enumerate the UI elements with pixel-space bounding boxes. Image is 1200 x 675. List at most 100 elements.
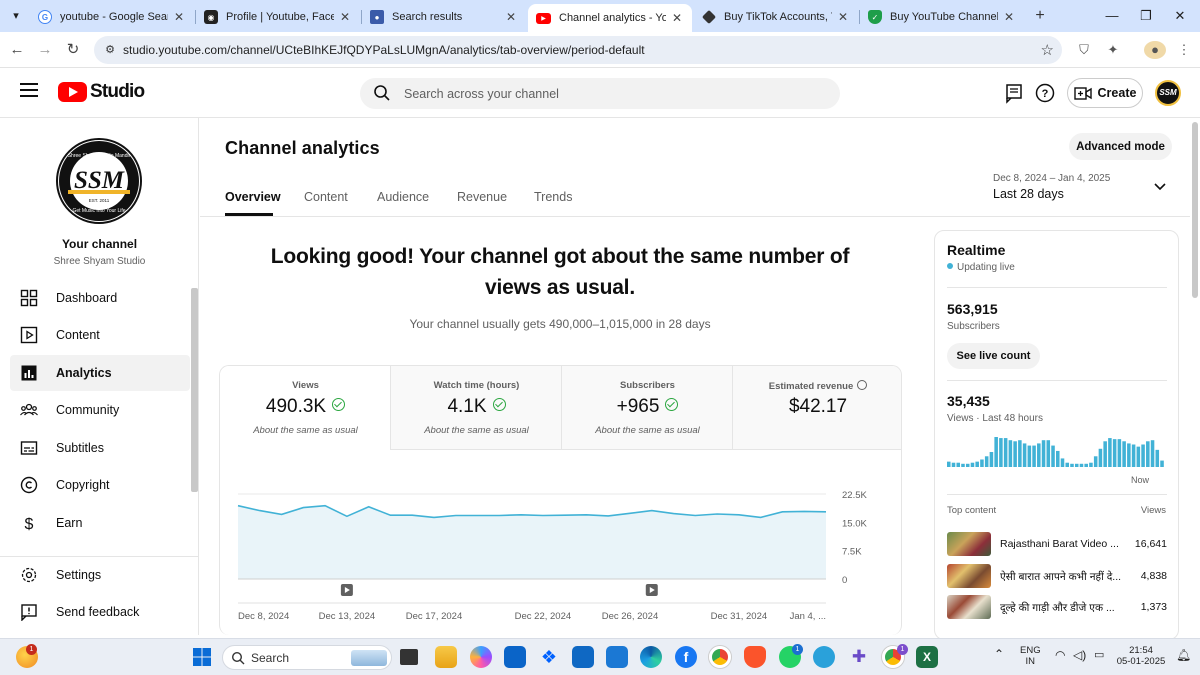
sidebar-item-subtitles[interactable]: Subtitles	[10, 430, 190, 466]
content-icon	[20, 326, 38, 344]
chevron-down-icon	[1154, 183, 1166, 191]
search-bar[interactable]	[360, 78, 840, 109]
browser-tab-channel-analytics[interactable]: ▶ Channel analytics - YouTube ✕	[528, 4, 692, 32]
tab-close-icon[interactable]: ✕	[836, 10, 850, 24]
back-arrow-icon[interactable]: ←	[7, 40, 27, 60]
notifications-bell-icon[interactable]: 🔔︎	[1176, 648, 1191, 662]
metric-views[interactable]: Views 490.3K About the same as usual	[220, 366, 391, 450]
dropbox-icon[interactable]: ❖	[538, 646, 560, 668]
telegram-icon[interactable]	[813, 646, 835, 668]
minimize-button[interactable]: —	[1100, 6, 1124, 26]
battery-icon[interactable]: ▭	[1094, 648, 1104, 661]
tab-search-icon[interactable]: ▾	[6, 6, 26, 26]
tab-close-icon[interactable]: ✕	[338, 10, 352, 24]
realtime-bar	[1032, 445, 1036, 467]
taskbar-search[interactable]: Search	[222, 645, 392, 670]
forward-arrow-icon[interactable]: →	[35, 40, 55, 60]
url-text[interactable]: studio.youtube.com/channel/UCteBIhKEJfQD…	[123, 43, 645, 57]
copilot-icon[interactable]	[470, 646, 492, 668]
snip-icon[interactable]	[606, 646, 628, 668]
realtime-bar	[1060, 458, 1065, 467]
sidebar-scrollbar[interactable]	[191, 288, 198, 492]
realtime-bar	[1098, 448, 1103, 467]
menu-icon[interactable]	[20, 83, 38, 97]
tab-overview[interactable]: Overview	[225, 190, 281, 204]
metric-watch-time[interactable]: Watch time (hours) 4.1K About the same a…	[391, 366, 562, 450]
browser-tab-search-results[interactable]: ● Search results ✕	[362, 4, 526, 30]
tab-close-icon[interactable]: ✕	[172, 10, 186, 24]
sidebar-item-dashboard[interactable]: Dashboard	[10, 280, 190, 316]
sidebar-item-settings[interactable]: Settings	[10, 557, 190, 593]
volume-icon[interactable]: ◁)	[1073, 648, 1086, 662]
create-button[interactable]: Create	[1067, 78, 1143, 108]
facebook-icon[interactable]: f	[675, 646, 697, 668]
views-chart[interactable]: 22.5K 15.0K 7.5K 0 Dec 8, 2024 Dec 13, 2024 De…	[228, 480, 888, 630]
search-input[interactable]	[404, 78, 824, 109]
realtime-bar	[1131, 444, 1136, 467]
address-bar[interactable]: ⚙ studio.youtube.com/channel/UCteBIhKEJf…	[94, 36, 1062, 64]
file-explorer-icon[interactable]	[435, 646, 457, 668]
tab-trends[interactable]: Trends	[534, 190, 572, 204]
browser-menu-icon[interactable]: ⋮	[1175, 41, 1193, 59]
bookmark-star-icon[interactable]: ☆	[1041, 41, 1054, 59]
browser-tab-buy-tiktok[interactable]: Buy TikTok Accounts, Yout ✕	[694, 4, 858, 30]
tab-close-icon[interactable]: ✕	[504, 10, 518, 24]
notification-badge: 1	[792, 644, 803, 655]
top-content-row[interactable]: ऐसी बारात आपने कभी नहीं दे... 4,838	[947, 564, 1167, 588]
realtime-bar	[1122, 441, 1126, 467]
edge-icon[interactable]	[640, 646, 662, 668]
excel-icon[interactable]: X	[916, 646, 938, 668]
task-view-icon[interactable]	[400, 649, 418, 665]
youtube-studio-logo[interactable]: Studio	[58, 81, 145, 103]
sidebar-item-community[interactable]: Community	[10, 392, 190, 428]
tab-close-icon[interactable]: ✕	[1002, 10, 1016, 24]
channel-avatar[interactable]: SSM EST. 2011 Shree Shyam Studio Mandir …	[56, 138, 142, 224]
close-window-button[interactable]: ✕	[1168, 6, 1192, 26]
language-indicator[interactable]: ENG IN	[1020, 645, 1041, 667]
sidebar-item-content[interactable]: Content	[10, 317, 190, 353]
extension-shield-icon[interactable]: ⛉	[1075, 41, 1093, 59]
metric-estimated-revenue[interactable]: Estimated revenue $42.17	[733, 366, 901, 450]
date-range-label: Last 28 days	[993, 187, 1064, 201]
brave-icon[interactable]	[744, 646, 766, 668]
start-icon[interactable]	[191, 646, 213, 668]
tab-close-icon[interactable]: ✕	[670, 11, 684, 25]
new-tab-button[interactable]: +	[1030, 6, 1050, 26]
top-content-row[interactable]: Rajasthani Barat Video ... 16,641	[947, 532, 1167, 556]
account-avatar[interactable]: SSM	[1155, 80, 1181, 106]
browser-tab-buy-youtube[interactable]: ✓ Buy YouTube Channel | Tru ✕	[860, 4, 1024, 30]
page-scrollbar[interactable]	[1192, 122, 1198, 298]
outlook-icon[interactable]	[504, 646, 526, 668]
store-icon[interactable]	[572, 646, 594, 668]
realtime-bar-chart[interactable]	[947, 437, 1167, 467]
realtime-bar	[994, 437, 998, 467]
sidebar-item-earn[interactable]: $ Earn	[10, 505, 190, 541]
chevron-up-icon[interactable]: ⌃	[994, 647, 1004, 661]
browser-tab-google-search[interactable]: G youtube - Google Search ✕	[30, 4, 194, 30]
top-content-row[interactable]: दूल्हे की गाड़ी और डीजे एक ... 1,373	[947, 595, 1167, 619]
profile-icon[interactable]: ●	[1144, 41, 1166, 59]
chrome-icon[interactable]	[709, 646, 731, 668]
help-icon[interactable]: ?	[1034, 82, 1056, 104]
video-title: Rajasthani Barat Video ...	[1000, 538, 1119, 550]
advanced-mode-button[interactable]: Advanced mode	[1069, 133, 1172, 160]
metric-value: 4.1K	[447, 396, 487, 417]
tab-audience[interactable]: Audience	[377, 190, 429, 204]
sidebar-item-copyright[interactable]: Copyright	[10, 467, 190, 503]
site-info-icon[interactable]: ⚙	[102, 42, 118, 58]
tab-revenue[interactable]: Revenue	[457, 190, 507, 204]
clock[interactable]: 21:54 05-01-2025	[1112, 645, 1170, 667]
sidebar-item-analytics[interactable]: Analytics	[10, 355, 190, 391]
reload-icon[interactable]: ↻	[63, 40, 83, 60]
messages-icon[interactable]	[1004, 82, 1026, 104]
puzzle-icon[interactable]: ✚	[848, 646, 870, 668]
metric-subscribers[interactable]: Subscribers +965 About the same as usual	[562, 366, 733, 450]
wifi-icon[interactable]: ◠	[1055, 648, 1065, 662]
browser-tab-profile[interactable]: ◉ Profile | Youtube, Facebook ✕	[196, 4, 360, 30]
restore-button[interactable]: ❐	[1134, 6, 1158, 26]
tab-content[interactable]: Content	[304, 190, 348, 204]
extensions-puzzle-icon[interactable]: ✦	[1104, 41, 1122, 59]
see-live-count-button[interactable]: See live count	[947, 343, 1040, 369]
sidebar-item-label: Dashboard	[56, 291, 118, 305]
sidebar-item-send-feedback[interactable]: Send feedback	[10, 594, 190, 630]
